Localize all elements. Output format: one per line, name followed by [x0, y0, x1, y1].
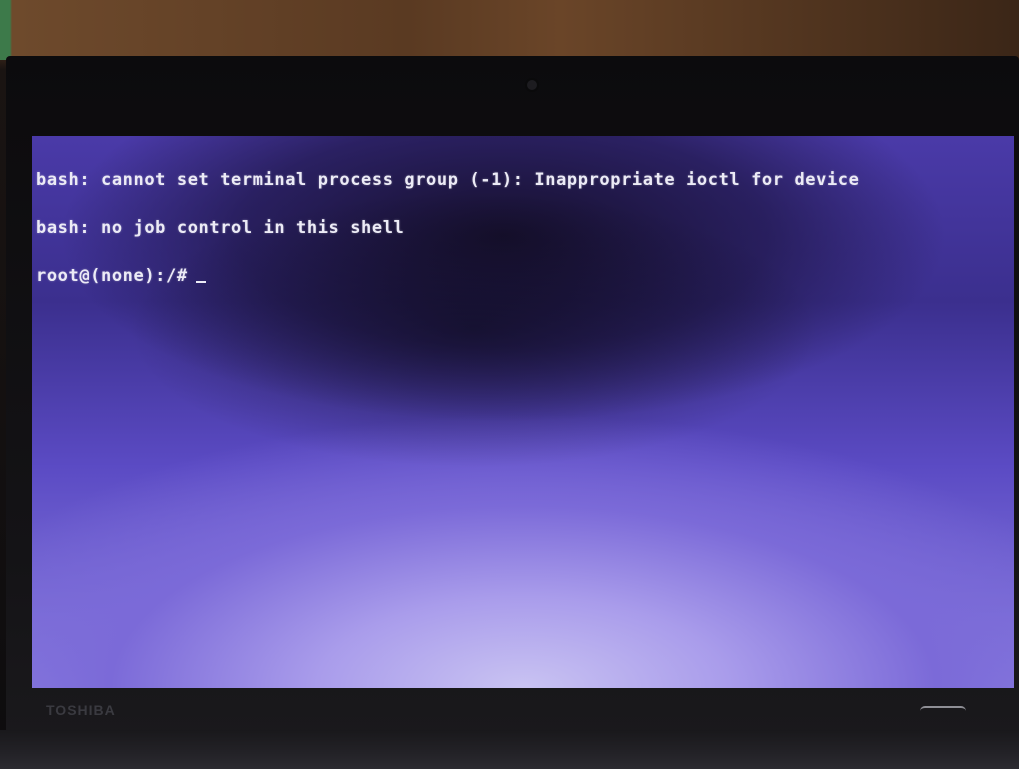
- hinge-accent: [920, 706, 966, 716]
- brand-logo: TOSHIBA: [46, 702, 116, 718]
- photo-frame: bash: cannot set terminal process group …: [0, 0, 1019, 769]
- terminal-console[interactable]: bash: cannot set terminal process group …: [36, 140, 1006, 316]
- terminal-prompt-line[interactable]: root@(none):/#: [36, 266, 1006, 286]
- terminal-line-1: bash: cannot set terminal process group …: [36, 170, 860, 190]
- background-wall: [0, 0, 1019, 60]
- text-cursor-icon: [195, 281, 206, 283]
- laptop-screen[interactable]: bash: cannot set terminal process group …: [32, 136, 1014, 688]
- shell-prompt: root@(none):/#: [36, 266, 188, 286]
- terminal-line-2: bash: no job control in this shell: [36, 218, 405, 238]
- laptop-base: [0, 730, 1019, 769]
- webcam-icon: [527, 80, 537, 90]
